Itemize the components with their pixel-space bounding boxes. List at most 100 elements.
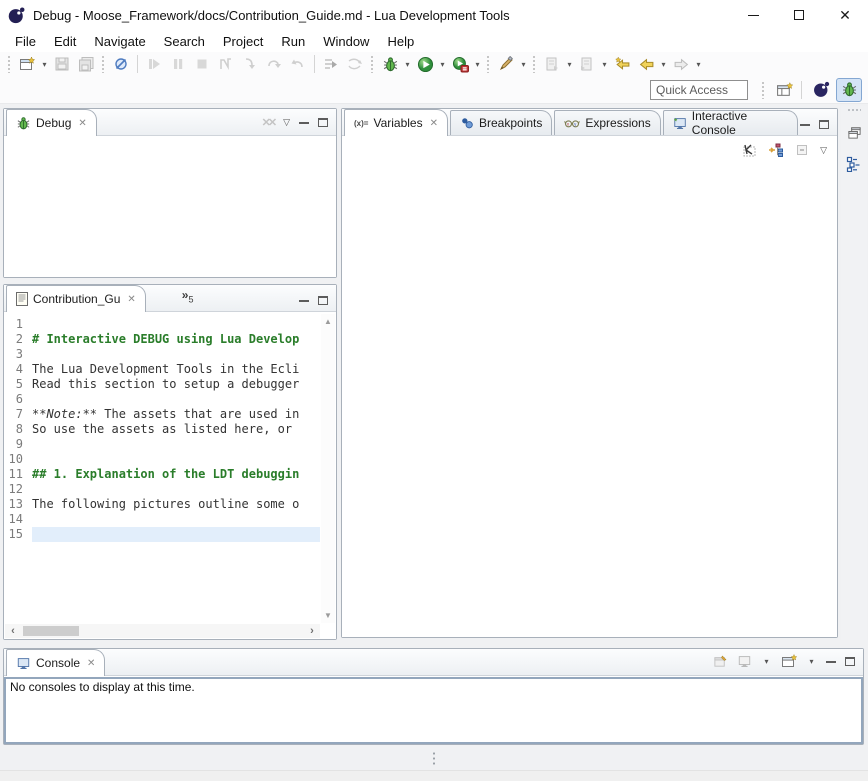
run-button[interactable] <box>413 53 437 75</box>
line-text[interactable] <box>32 527 320 542</box>
menu-search[interactable]: Search <box>155 32 214 51</box>
editor-line[interactable]: 10 <box>4 452 320 467</box>
editor-line[interactable]: 14 <box>4 512 320 527</box>
toolbar-drag-handle[interactable] <box>761 81 766 99</box>
line-text[interactable]: # Interactive DEBUG using Lua Develop <box>32 332 320 347</box>
editor-line[interactable]: 2# Interactive DEBUG using Lua Develop <box>4 332 320 347</box>
window-minimize-button[interactable] <box>730 0 776 30</box>
suspend-button[interactable] <box>166 53 190 75</box>
terminate-button[interactable] <box>190 53 214 75</box>
tab-variables[interactable]: (x)= Variables ✕ <box>344 109 448 136</box>
editor-line[interactable]: 7**Note:** The assets that are used in <box>4 407 320 422</box>
coverage-button[interactable] <box>448 53 472 75</box>
quick-access-input[interactable]: Quick Access <box>650 80 748 100</box>
line-text[interactable] <box>32 437 320 452</box>
editor-body[interactable]: 12# Interactive DEBUG using Lua Develop3… <box>4 313 336 639</box>
step-return-button[interactable] <box>286 53 310 75</box>
editor-line[interactable]: 11## 1. Explanation of the LDT debuggin <box>4 467 320 482</box>
forward-dropdown[interactable]: ▾ <box>693 60 704 69</box>
toolbar-drag-handle[interactable] <box>486 55 491 73</box>
editor-line[interactable]: 15 <box>4 527 320 542</box>
new-wizard-button[interactable] <box>15 53 39 75</box>
toolbar-drag-handle[interactable] <box>532 55 537 73</box>
editor-line[interactable]: 9 <box>4 437 320 452</box>
pin-console-button[interactable] <box>713 654 728 669</box>
horizontal-scroll-thumb[interactable] <box>23 626 79 636</box>
tab-interactive-console[interactable]: Interactive Console <box>663 110 798 135</box>
coverage-dropdown[interactable]: ▾ <box>472 60 483 69</box>
new-wizard-dropdown[interactable]: ▾ <box>39 60 50 69</box>
line-text[interactable] <box>32 347 320 362</box>
toolbar-drag-handle[interactable] <box>7 55 12 73</box>
save-button[interactable] <box>50 53 74 75</box>
forward-button[interactable] <box>669 53 693 75</box>
menu-run[interactable]: Run <box>272 32 314 51</box>
sash-drag-handle[interactable] <box>432 751 436 767</box>
line-text[interactable]: The following pictures outline some o <box>32 497 320 512</box>
window-close-button[interactable]: ✕ <box>822 0 868 30</box>
collapse-all-button[interactable] <box>794 142 810 158</box>
scroll-down-icon[interactable]: ▼ <box>324 611 332 620</box>
debug-button[interactable] <box>378 53 402 75</box>
variables-minimize-icon[interactable] <box>800 123 810 126</box>
resume-button[interactable] <box>142 53 166 75</box>
debug-perspective-button[interactable] <box>836 78 862 102</box>
hidden-editors-chevron[interactable]: »5 <box>182 288 194 308</box>
display-console-button[interactable] <box>737 654 752 668</box>
open-console-dropdown[interactable]: ▾ <box>806 657 817 666</box>
external-tools-button[interactable] <box>494 53 518 75</box>
show-logical-structures-button[interactable] <box>768 142 784 158</box>
back-button[interactable] <box>634 53 658 75</box>
line-text[interactable] <box>32 482 320 497</box>
menu-edit[interactable]: Edit <box>45 32 85 51</box>
debug-dropdown[interactable]: ▾ <box>402 60 413 69</box>
last-edit-location-button[interactable] <box>610 53 634 75</box>
drop-to-frame-button[interactable] <box>343 53 367 75</box>
disconnect-button[interactable] <box>214 53 238 75</box>
debug-view-menu-icon[interactable]: ▽ <box>283 117 290 128</box>
remove-terminated-icon[interactable]: ✕✕ <box>262 116 274 129</box>
tab-debug[interactable]: Debug ✕ <box>6 109 97 136</box>
menu-navigate[interactable]: Navigate <box>85 32 154 51</box>
menu-help[interactable]: Help <box>378 32 423 51</box>
variables-view-menu-icon[interactable]: ▽ <box>820 145 827 156</box>
tab-breakpoints[interactable]: Breakpoints <box>450 110 552 135</box>
editor-line[interactable]: 1 <box>4 317 320 332</box>
console-minimize-icon[interactable] <box>826 660 836 663</box>
restore-views-button[interactable] <box>843 121 865 143</box>
tab-debug-close-icon[interactable]: ✕ <box>78 118 86 129</box>
line-text[interactable]: Read this section to setup a debugger <box>32 377 320 392</box>
new-element-button[interactable] <box>540 53 564 75</box>
line-text[interactable] <box>32 452 320 467</box>
line-text[interactable] <box>32 317 320 332</box>
menu-window[interactable]: Window <box>314 32 378 51</box>
scroll-left-icon[interactable]: ‹ <box>5 625 21 637</box>
variables-maximize-icon[interactable] <box>819 120 829 129</box>
menu-project[interactable]: Project <box>214 32 272 51</box>
line-text[interactable] <box>32 392 320 407</box>
line-text[interactable]: So use the assets as listed here, or <box>32 422 320 437</box>
line-text[interactable]: The Lua Development Tools in the Ecli <box>32 362 320 377</box>
editor-line[interactable]: 4The Lua Development Tools in the Ecli <box>4 362 320 377</box>
editor-lines[interactable]: 12# Interactive DEBUG using Lua Develop3… <box>4 317 320 623</box>
editor-line[interactable]: 5Read this section to setup a debugger <box>4 377 320 392</box>
line-text[interactable]: ## 1. Explanation of the LDT debuggin <box>32 467 320 482</box>
console-maximize-icon[interactable] <box>845 657 855 666</box>
editor-maximize-icon[interactable] <box>318 296 328 305</box>
open-perspective-button[interactable] <box>771 78 797 102</box>
step-into-button[interactable] <box>238 53 262 75</box>
editor-minimize-icon[interactable] <box>299 299 309 302</box>
external-tools-dropdown[interactable]: ▾ <box>518 60 529 69</box>
show-type-names-button[interactable] <box>742 142 758 158</box>
debug-minimize-icon[interactable] <box>299 121 309 124</box>
open-element-button[interactable] <box>575 53 599 75</box>
new-element-dropdown[interactable]: ▾ <box>564 60 575 69</box>
lua-perspective-button[interactable] <box>808 78 834 102</box>
save-all-button[interactable] <box>74 53 98 75</box>
step-over-button[interactable] <box>262 53 286 75</box>
line-text[interactable]: **Note:** The assets that are used in <box>32 407 320 422</box>
strip-drag-handle[interactable] <box>847 108 861 113</box>
back-dropdown[interactable]: ▾ <box>658 60 669 69</box>
tab-contribution-guide[interactable]: Contribution_Gu ✕ <box>6 285 146 312</box>
tab-console[interactable]: Console ✕ <box>6 649 105 676</box>
